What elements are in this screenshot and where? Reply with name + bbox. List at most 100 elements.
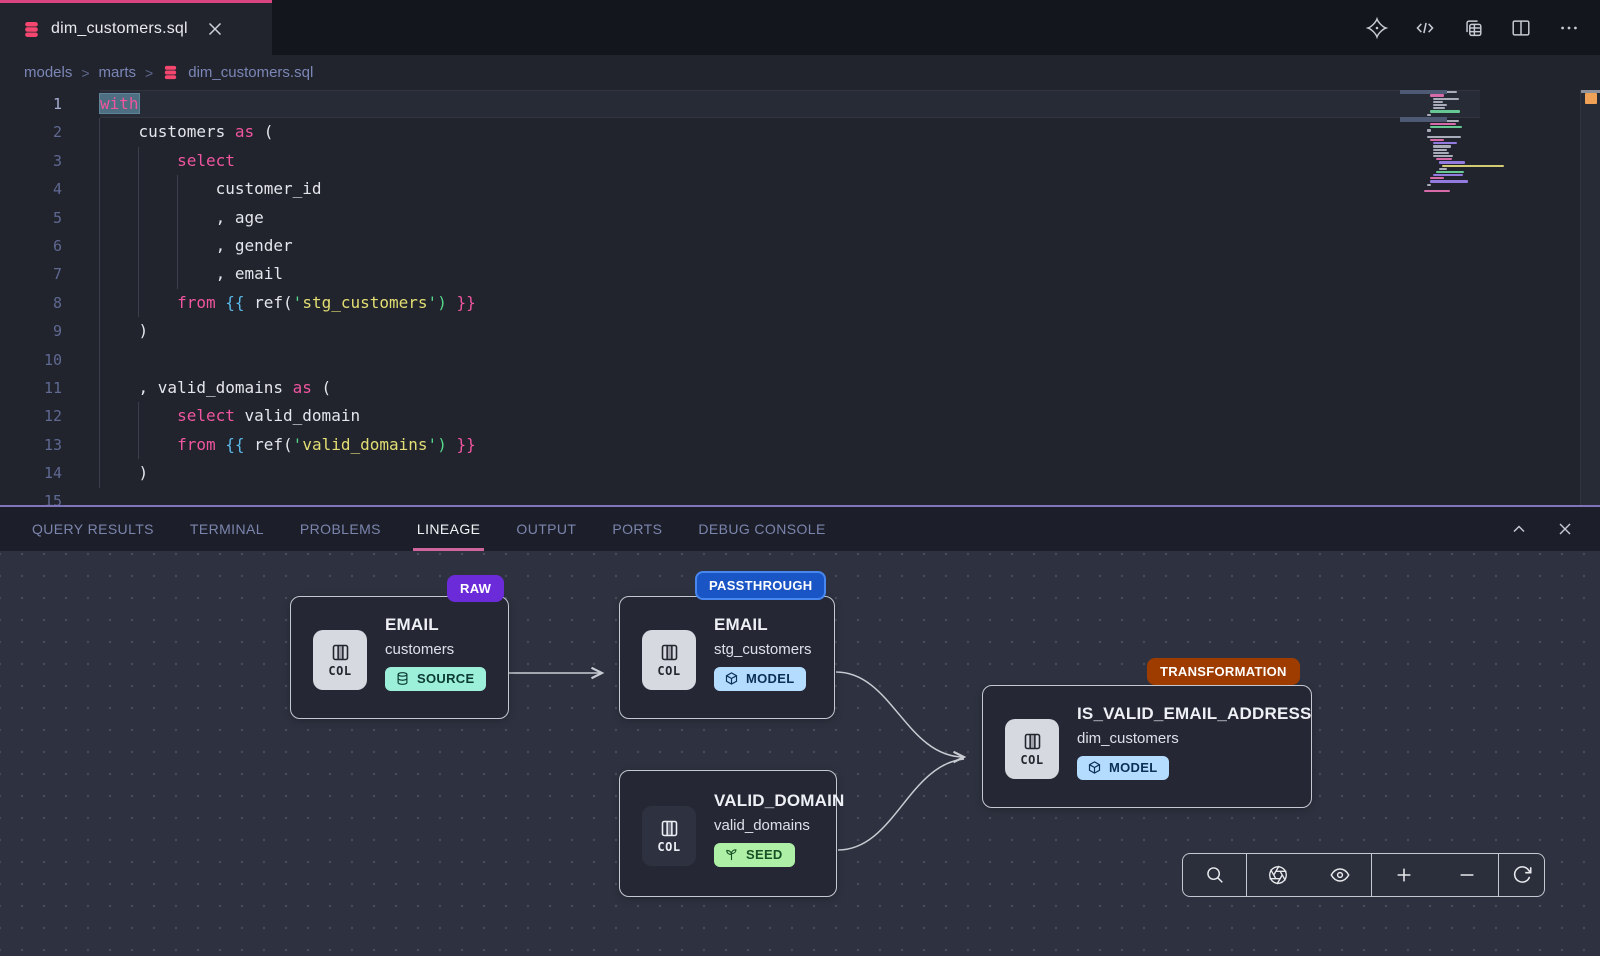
zoom-out-icon[interactable] [1435,854,1498,896]
line-numbers: 123456789101112131415 [0,90,62,505]
lineage-node-customers[interactable]: COL EMAIL customers SOURCE [290,596,509,719]
line-number: 3 [0,147,62,175]
line-number: 11 [0,374,62,402]
tag-passthrough: PASSTHROUGH [695,571,826,600]
panel-tab-debug-console[interactable]: DEBUG CONSOLE [698,507,825,551]
database-icon [395,671,410,686]
node-model-name: stg_customers [714,641,824,658]
aperture-icon[interactable] [1247,854,1309,896]
code-line[interactable]: select valid_domain [100,402,1480,430]
line-number: 9 [0,317,62,345]
code-line[interactable]: from {{ ref('stg_customers') }} [100,289,1480,317]
panel-tab-ports[interactable]: PORTS [612,507,662,551]
lineage-node-stg-customers[interactable]: COL EMAIL stg_customers MODEL [619,596,835,719]
code-line[interactable]: select [100,147,1480,175]
code-line[interactable]: customers as ( [100,118,1480,146]
node-type-badge: MODEL [1077,756,1169,780]
overview-ruler-marker [1585,93,1597,104]
eye-icon[interactable] [1309,854,1371,896]
tag-raw: RAW [447,575,504,602]
breadcrumb-separator: > [81,65,89,81]
columns-icon [659,818,680,839]
code-line[interactable] [100,487,1480,505]
panel-actions [1506,507,1578,551]
line-number: 10 [0,346,62,374]
panel-tab-problems[interactable]: PROBLEMS [300,507,381,551]
lineage-toolbar [1182,853,1545,897]
refresh-icon[interactable] [1499,854,1544,896]
node-column-name: IS_VALID_EMAIL_ADDRESS [1077,704,1301,724]
tab-dim-customers[interactable]: dim_customers.sql [0,0,272,55]
code-line[interactable]: with [100,90,1480,118]
breadcrumb-file[interactable]: dim_customers.sql [188,64,313,81]
line-number: 7 [0,260,62,288]
database-icon [22,20,41,39]
minimap[interactable] [1424,90,1530,198]
code-line[interactable]: ) [100,317,1480,345]
line-number: 13 [0,431,62,459]
database-icon [162,64,179,81]
column-chip: COL [642,630,696,690]
panel-tab-terminal[interactable]: TERMINAL [190,507,264,551]
breadcrumb: models > marts > dim_customers.sql [0,55,1600,90]
code-line[interactable]: ) [100,459,1480,487]
panel-tab-bar: QUERY RESULTS TERMINAL PROBLEMS LINEAGE OUTP… [0,507,1600,551]
code-icon[interactable] [1412,15,1438,41]
line-number: 8 [0,289,62,317]
code-line[interactable]: , gender [100,232,1480,260]
tab-title: dim_customers.sql [51,20,188,38]
node-model-name: dim_customers [1077,730,1301,747]
search-icon[interactable] [1183,854,1246,896]
panel-tab-lineage[interactable]: LINEAGE [417,507,481,551]
node-column-name: VALID_DOMAIN [714,791,826,811]
overview-ruler[interactable] [1580,90,1600,505]
node-type-badge: SEED [714,843,795,867]
dbt-icon[interactable] [1364,15,1390,41]
split-editor-icon[interactable] [1508,15,1534,41]
code-line[interactable] [100,346,1480,374]
panel-tab-output[interactable]: OUTPUT [516,507,576,551]
code-line[interactable]: customer_id [100,175,1480,203]
node-model-name: customers [385,641,498,658]
line-number: 2 [0,118,62,146]
line-number: 14 [0,459,62,487]
columns-icon [1022,731,1043,752]
columns-icon [330,642,351,663]
lineage-node-dim-customers[interactable]: COL IS_VALID_EMAIL_ADDRESS dim_customers… [982,685,1312,808]
code-line[interactable]: , age [100,204,1480,232]
panel-tab-query-results[interactable]: QUERY RESULTS [32,507,154,551]
zoom-in-icon[interactable] [1372,854,1435,896]
line-number: 15 [0,487,62,505]
column-chip: COL [1005,719,1059,779]
line-number: 6 [0,232,62,260]
code-editor[interactable]: 123456789101112131415 with customers as … [0,90,1600,505]
line-number: 12 [0,402,62,430]
seedling-icon [724,847,739,862]
collapse-icon[interactable] [1506,516,1532,542]
node-type-badge: SOURCE [385,667,486,691]
line-number: 1 [0,90,62,118]
bottom-panel: QUERY RESULTS TERMINAL PROBLEMS LINEAGE OUTP… [0,505,1600,956]
columns-icon [659,642,680,663]
code-line[interactable]: , email [100,260,1480,288]
node-model-name: valid_domains [714,817,826,834]
code-line[interactable]: , valid_domains as ( [100,374,1480,402]
code-line[interactable]: from {{ ref('valid_domains') }} [100,431,1480,459]
lineage-canvas[interactable]: COL EMAIL customers SOURCE RAW COL EMAIL… [0,551,1600,956]
breadcrumb-marts[interactable]: marts [99,64,137,81]
more-actions-icon[interactable] [1556,15,1582,41]
node-type-badge: MODEL [714,667,806,691]
close-icon[interactable] [1552,516,1578,542]
breadcrumb-models[interactable]: models [24,64,72,81]
lineage-node-valid-domains[interactable]: COL VALID_DOMAIN valid_domains SEED [619,770,837,897]
node-column-name: EMAIL [714,615,824,635]
column-chip: COL [313,630,367,690]
tab-close-icon[interactable] [202,16,228,42]
minimap-selection-bar [1400,90,1447,94]
line-number: 4 [0,175,62,203]
tag-transformation: TRANSFORMATION [1147,658,1300,685]
editor-tab-bar: dim_customers.sql [0,0,1600,55]
copy-table-icon[interactable] [1460,15,1486,41]
cube-icon [1087,760,1102,775]
code-lines: with customers as ( select customer_id ,… [100,90,1480,505]
